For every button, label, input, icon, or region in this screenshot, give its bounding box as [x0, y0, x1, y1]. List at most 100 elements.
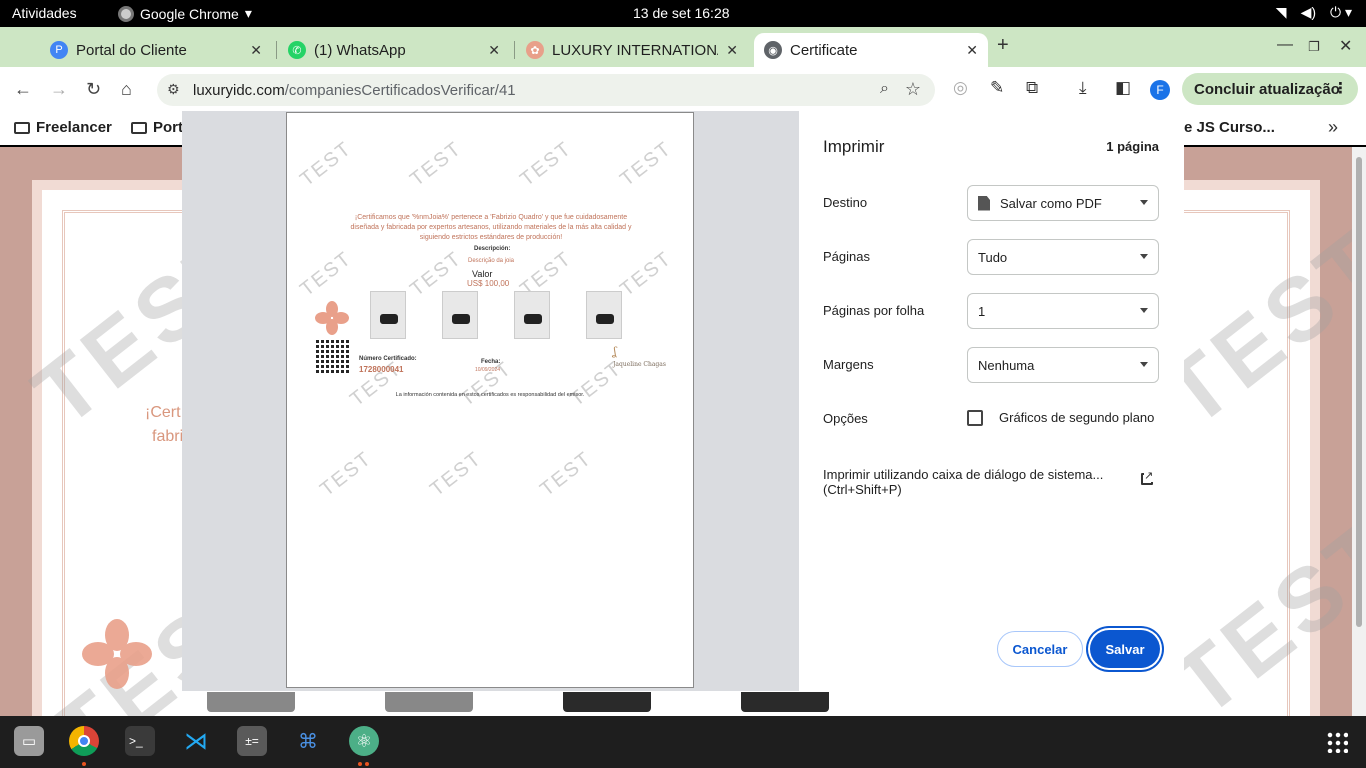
background-photo: [385, 692, 473, 712]
running-indicator: [358, 762, 362, 766]
show-apps-icon[interactable]: [1326, 731, 1348, 753]
bookmark-star-icon[interactable]: ☆: [905, 79, 921, 100]
save-button[interactable]: Salvar: [1090, 630, 1160, 668]
tab-strip: P Portal do Cliente ✕ ✆ (1) WhatsApp ✕ ✿…: [0, 27, 1366, 67]
destination-value: Salvar como PDF: [1000, 195, 1102, 211]
tab-whatsapp[interactable]: ✆ (1) WhatsApp ✕: [278, 33, 510, 67]
cert-number-label: Número Certificado:: [359, 356, 417, 362]
chrome-icon[interactable]: [69, 726, 99, 756]
background-graphics-label[interactable]: Gráficos de segundo plano: [999, 410, 1154, 425]
signature-mark-icon: ʆ: [613, 345, 617, 358]
app-name: Google Chrome: [140, 5, 239, 22]
new-tab-button[interactable]: +: [997, 34, 1009, 57]
wifi-icon: ◥: [1275, 4, 1287, 20]
atom-icon[interactable]: ⚛: [349, 726, 379, 756]
minimize-icon[interactable]: —: [1277, 36, 1293, 54]
forward-icon[interactable]: →: [50, 79, 68, 100]
running-indicator: [365, 762, 369, 766]
calculator-icon[interactable]: ±=: [237, 726, 267, 756]
tab-label: Portal do Cliente: [76, 41, 187, 59]
extension-icon[interactable]: ◎: [953, 78, 968, 98]
cancel-button[interactable]: Cancelar: [997, 631, 1083, 667]
description-value: Descrição da joia: [467, 258, 515, 264]
pages-value: Tudo: [978, 249, 1008, 265]
open-external-icon[interactable]: [1141, 469, 1154, 485]
margins-label: Margens: [823, 357, 874, 372]
system-top-bar: Atividades Google Chrome ▾ 13 de set 16:…: [0, 0, 1366, 27]
system-dialog-text: Imprimir utilizando caixa de diálogo de …: [823, 467, 1104, 482]
files-icon[interactable]: ▭: [14, 726, 44, 756]
system-dialog-link[interactable]: Imprimir utilizando caixa de diálogo de …: [823, 467, 1103, 497]
pages-per-sheet-select[interactable]: 1: [967, 293, 1159, 329]
page-scrollbar[interactable]: [1352, 147, 1366, 716]
scrollbar-thumb[interactable]: [1356, 157, 1362, 627]
close-icon[interactable]: ✕: [250, 42, 262, 59]
update-button[interactable]: Concluir atualização ⋮: [1182, 73, 1358, 105]
destination-select[interactable]: Salvar como PDF: [967, 185, 1159, 221]
reload-icon[interactable]: ↻: [86, 79, 101, 100]
terminal-icon[interactable]: >_: [125, 726, 155, 756]
tab-certificate[interactable]: ◉ Certificate ✕: [754, 33, 988, 67]
system-tray[interactable]: ◥ ◀) ⏻ ▾: [1276, 4, 1352, 21]
pages-per-sheet-label: Páginas por folha: [823, 303, 925, 318]
signature: Jaqueline Chagas: [613, 361, 666, 368]
network-icon[interactable]: ⌘: [293, 726, 323, 756]
portal-icon: P: [50, 41, 68, 59]
background-photo: [207, 692, 295, 712]
app-menu[interactable]: Google Chrome ▾: [118, 5, 252, 22]
print-settings-panel: Imprimir 1 página Destino Salvar como PD…: [799, 111, 1184, 691]
close-window-icon[interactable]: ✕: [1339, 36, 1352, 56]
more-menu-icon[interactable]: ⋮: [1333, 79, 1348, 97]
jewel-photo: [514, 291, 550, 339]
address-bar[interactable]: ⚙ luxuryidc.com/companiesCertificadosVer…: [157, 74, 935, 106]
chevron-right-icon[interactable]: »: [1328, 117, 1338, 138]
close-icon[interactable]: ✕: [488, 42, 500, 59]
bookmark-js-curso[interactable]: e JS Curso...: [1184, 119, 1275, 136]
watermark: TEST: [516, 137, 577, 191]
clock[interactable]: 13 de set 16:28: [633, 5, 730, 21]
close-icon[interactable]: ✕: [726, 42, 738, 59]
close-icon[interactable]: ✕: [966, 42, 978, 59]
url-host: luxuryidc.com: [193, 81, 285, 99]
restore-icon[interactable]: ❐: [1308, 39, 1320, 55]
download-icon[interactable]: ⤓: [1079, 78, 1087, 98]
folder-icon: [131, 121, 147, 134]
tab-luxury-international[interactable]: ✿ LUXURY INTERNATIONA ✕: [516, 33, 748, 67]
tab-portal-do-cliente[interactable]: P Portal do Cliente ✕: [40, 33, 272, 67]
luxury-icon: ✿: [526, 41, 544, 59]
side-panel-icon[interactable]: ◧: [1115, 78, 1131, 98]
profile-avatar[interactable]: F: [1150, 80, 1170, 100]
home-icon[interactable]: ⌂: [121, 79, 132, 100]
document-icon: [978, 195, 990, 211]
extension-2-icon[interactable]: ✎: [990, 78, 1004, 98]
logo-flower-icon: [82, 619, 152, 689]
bookmark-port[interactable]: Port: [131, 119, 183, 136]
qr-code: [316, 338, 351, 373]
certificate-footer: La información contenida en estos certif…: [395, 392, 585, 398]
zoom-icon[interactable]: ⌕: [880, 80, 889, 98]
background-photo: [563, 692, 651, 712]
update-label: Concluir atualização: [1194, 80, 1340, 98]
chrome-icon: [118, 5, 134, 22]
back-icon[interactable]: ←: [14, 79, 32, 100]
site-info-icon[interactable]: ⚙: [167, 81, 180, 98]
cert-number: 1728000041: [359, 365, 404, 374]
jewel-photo: [442, 291, 478, 339]
pages-per-sheet-value: 1: [978, 303, 986, 319]
bookmark-freelancer[interactable]: Freelancer: [14, 119, 112, 136]
pages-select[interactable]: Tudo: [967, 239, 1159, 275]
tab-label: LUXURY INTERNATIONA: [552, 41, 719, 59]
margins-select[interactable]: Nenhuma: [967, 347, 1159, 383]
activities-button[interactable]: Atividades: [12, 5, 77, 21]
folder-icon: [14, 121, 30, 134]
watermark: TEST: [456, 357, 517, 411]
background-graphics-checkbox[interactable]: [967, 410, 983, 426]
page-count: 1 página: [1106, 139, 1159, 154]
puzzle-icon[interactable]: ⧉: [1026, 78, 1038, 98]
pages-label: Páginas: [823, 249, 870, 264]
tab-label: (1) WhatsApp: [314, 41, 406, 59]
vscode-icon[interactable]: ⋊: [181, 726, 211, 756]
url-path: /companiesCertificadosVerificar/41: [284, 81, 516, 99]
bookmark-label: Freelancer: [36, 119, 112, 136]
watermark: TEST: [616, 137, 677, 191]
